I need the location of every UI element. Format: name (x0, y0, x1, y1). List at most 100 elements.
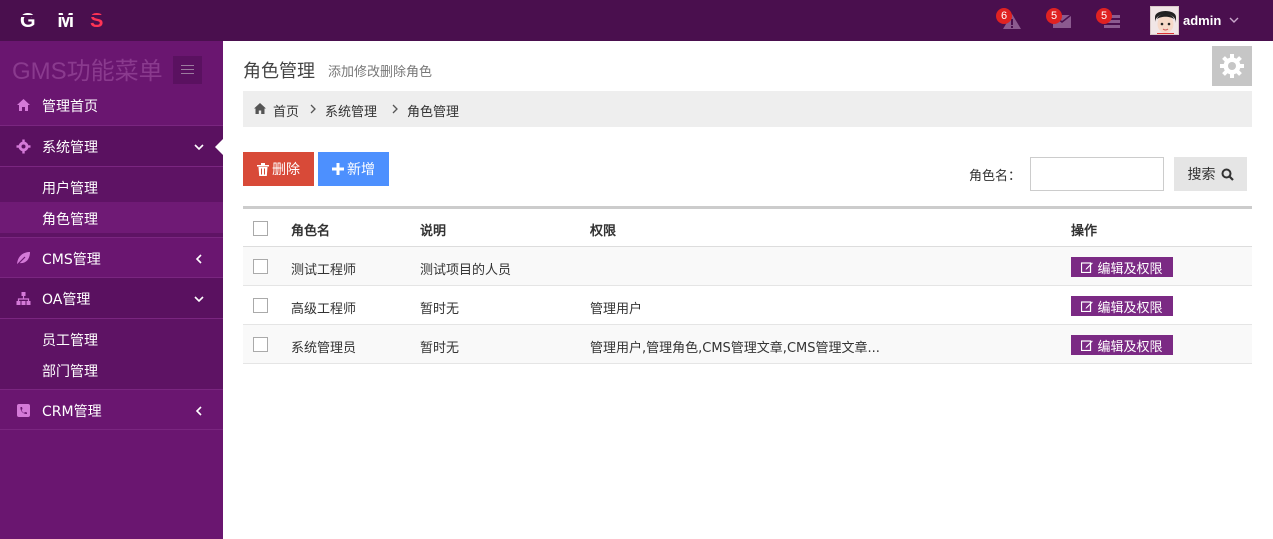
role-permissions: 管理用户 (590, 302, 643, 317)
role-name-search-input[interactable] (1030, 157, 1164, 191)
row-checkbox[interactable] (253, 298, 268, 313)
alerts-menu[interactable]: 6 (996, 0, 1026, 41)
breadcrumb-system-link[interactable]: 系统管理 (325, 101, 377, 120)
sitemap-icon (16, 292, 31, 305)
messages-menu[interactable]: 5 (1046, 0, 1076, 41)
sidebar-item-label: CRM管理 (42, 404, 102, 420)
sidebar-subitem-label: 部门管理 (42, 364, 98, 380)
chevron-down-icon (1229, 17, 1239, 23)
chevron-left-icon (195, 406, 202, 416)
delete-button[interactable]: 删除 (243, 152, 314, 186)
page-subtitle: 添加修改删除角色 (328, 65, 433, 80)
edit-button-label: 编辑及权限 (1097, 261, 1163, 277)
edit-permissions-button[interactable]: 编辑及权限 (1071, 335, 1173, 355)
menu-icon (181, 65, 194, 66)
breadcrumb: 首页 系统管理 角色管理 (243, 91, 1252, 127)
sidebar-header: GMS功能菜单 (0, 41, 223, 85)
role-name: 测试工程师 (291, 263, 357, 278)
home-icon (254, 103, 266, 114)
sidebar-item-label: CMS管理 (42, 252, 101, 268)
user-menu[interactable]: admin (1150, 5, 1239, 35)
role-description: 暂时无 (420, 302, 460, 317)
tasks-badge: 5 (1096, 8, 1112, 24)
sidebar-subitem-roles[interactable]: 角色管理 (0, 202, 223, 233)
sidebar-item-oa[interactable]: OA管理 (0, 278, 223, 319)
trash-icon (257, 162, 269, 176)
settings-button[interactable] (1212, 46, 1252, 86)
sidebar-subitem-departments[interactable]: 部门管理 (0, 354, 223, 385)
header-role-name: 角色名 (291, 224, 331, 239)
table-row: 高级工程师 暂时无 管理用户 编辑及权限 (243, 286, 1252, 325)
sidebar-item-system[interactable]: 系统管理 (0, 126, 223, 167)
edit-icon (1081, 340, 1094, 351)
search-icon (1221, 168, 1234, 181)
sidebar-subitem-employees[interactable]: 员工管理 (0, 323, 223, 354)
leaf-icon (16, 252, 30, 266)
header-description: 说明 (420, 224, 447, 239)
edit-permissions-button[interactable]: 编辑及权限 (1071, 296, 1173, 316)
row-checkbox[interactable] (253, 259, 268, 274)
sidebar-subitem-users[interactable]: 用户管理 (0, 171, 223, 202)
sidebar-item-home[interactable]: 管理首页 (0, 85, 223, 126)
chevron-down-icon (194, 296, 204, 303)
alerts-badge: 6 (996, 8, 1012, 24)
page-title: 角色管理 (243, 61, 315, 82)
sidebar-item-label: OA管理 (42, 292, 91, 308)
edit-icon (1081, 262, 1094, 273)
sidebar-item-crm[interactable]: CRM管理 (0, 389, 223, 430)
chevron-left-icon (195, 254, 202, 264)
edit-button-label: 编辑及权限 (1097, 300, 1163, 316)
table-row: 系统管理员 暂时无 管理用户,管理角色,CMS管理文章,CMS管理文章... 编… (243, 325, 1252, 364)
search-button[interactable]: 搜索 (1174, 157, 1247, 191)
select-all-checkbox[interactable] (253, 221, 268, 236)
sidebar-item-cms[interactable]: CMS管理 (0, 237, 223, 278)
sidebar-subitem-label: 用户管理 (42, 181, 98, 197)
role-description: 暂时无 (420, 341, 460, 356)
username: admin (1183, 12, 1222, 28)
edit-permissions-button[interactable]: 编辑及权限 (1071, 257, 1173, 277)
gear-icon (1220, 54, 1244, 78)
avatar (1150, 5, 1179, 35)
role-permissions: 管理用户,管理角色,CMS管理文章,CMS管理文章... (590, 341, 880, 356)
menu-icon-line (181, 69, 194, 70)
svg-text:S: S (90, 10, 105, 31)
gms-logo[interactable]: G M S (20, 9, 130, 31)
row-checkbox[interactable] (253, 337, 268, 352)
chevron-right-icon (392, 104, 398, 114)
sidebar-title: GMS功能菜单 (12, 58, 163, 85)
roles-table: 角色名 说明 权限 操作 测试工程师 测试项目的人员 编辑及权限 高级工程师 暂… (243, 206, 1252, 364)
chevron-right-icon (310, 104, 316, 114)
sidebar-item-label: 系统管理 (42, 140, 98, 156)
top-navbar: G M S 6 5 5 admin (0, 0, 1273, 41)
search-button-label: 搜索 (1187, 167, 1216, 183)
table-row: 测试工程师 测试项目的人员 编辑及权限 (243, 247, 1252, 286)
menu-icon-line (181, 73, 194, 74)
phone-icon (17, 404, 30, 417)
main-content: 角色管理 添加修改删除角色 首页 系统管理 角色管理 删除 新增 角色名： 搜索… (223, 41, 1273, 539)
add-button-label: 新增 (347, 162, 375, 178)
role-name: 系统管理员 (291, 341, 357, 356)
header-permissions: 权限 (590, 224, 617, 239)
role-name: 高级工程师 (291, 302, 357, 317)
sidebar-subitem-label: 员工管理 (42, 333, 98, 349)
breadcrumb-current: 角色管理 (407, 105, 460, 120)
sidebar-toggle-button[interactable] (173, 56, 202, 84)
search-label: 角色名： (969, 169, 1022, 184)
add-button[interactable]: 新增 (318, 152, 389, 186)
tasks-menu[interactable]: 5 (1096, 0, 1126, 41)
svg-text:G M: G M (20, 10, 80, 31)
home-icon (17, 99, 30, 111)
active-indicator (215, 139, 223, 155)
messages-badge: 5 (1046, 8, 1062, 24)
breadcrumb-home-link[interactable]: 首页 (273, 101, 299, 120)
sidebar-item-label: 管理首页 (42, 99, 98, 115)
edit-button-label: 编辑及权限 (1097, 339, 1163, 355)
header-actions: 操作 (1071, 224, 1098, 239)
sidebar-subitem-label: 角色管理 (42, 212, 98, 228)
edit-icon (1081, 301, 1094, 312)
role-description: 测试项目的人员 (420, 263, 512, 278)
delete-button-label: 删除 (272, 162, 300, 178)
table-header-row: 角色名 说明 权限 操作 (243, 209, 1252, 247)
chevron-down-icon (194, 144, 204, 151)
sidebar: GMS功能菜单 管理首页 系统管理 用户管理 角色管理 CMS管理 OA管理 员… (0, 41, 223, 539)
